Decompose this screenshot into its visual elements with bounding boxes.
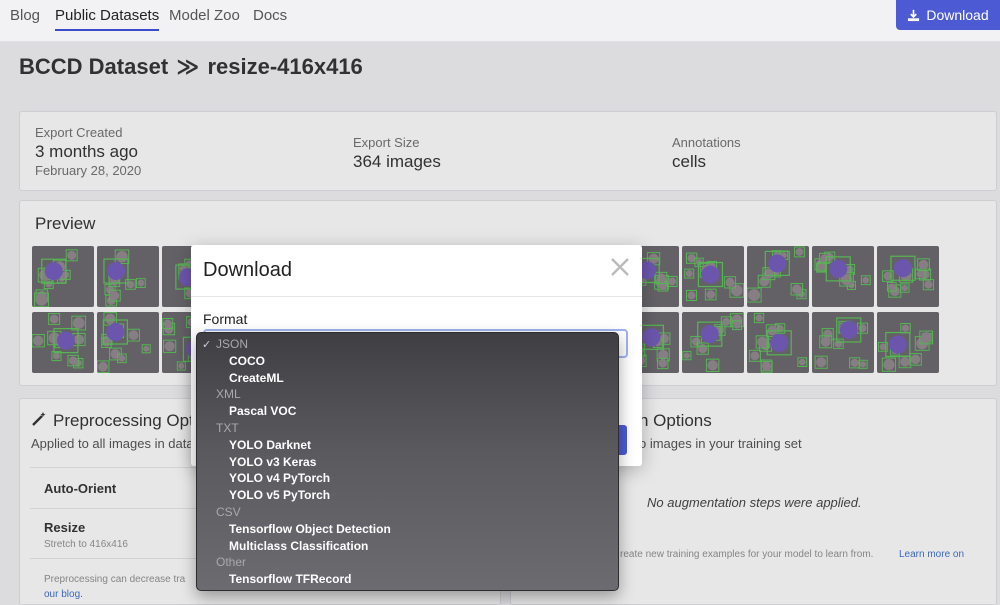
format-group-label: Other [216, 555, 247, 570]
format-option[interactable]: YOLO Darknet [229, 438, 311, 452]
format-group-label: XML [216, 387, 241, 402]
format-option[interactable]: Tensorflow TFRecord [229, 572, 351, 586]
format-option[interactable]: YOLO v4 PyTorch [229, 471, 330, 485]
format-option[interactable]: YOLO v3 Keras [229, 455, 316, 469]
download-button[interactable]: Download [896, 0, 1000, 30]
format-option[interactable]: Multiclass Classification [229, 539, 368, 553]
modal-title: Download [203, 259, 292, 281]
format-dropdown-list: ✓ JSON COCO CreateML XML Pascal VOC TXT YOLO D… [196, 332, 619, 591]
download-button-label: Download [926, 7, 989, 23]
nav-public-datasets[interactable]: Public Datasets [55, 7, 160, 31]
nav-blog[interactable]: Blog [10, 7, 40, 29]
nav-docs[interactable]: Docs [253, 7, 287, 29]
format-option[interactable]: COCO [229, 354, 265, 368]
modal-divider [191, 296, 642, 297]
download-icon [908, 9, 920, 21]
format-option[interactable]: CreateML [229, 371, 284, 385]
nav-model-zoo[interactable]: Model Zoo [169, 7, 240, 29]
format-label: Format [203, 311, 248, 327]
format-group-label: CSV [216, 505, 241, 519]
check-icon: ✓ [202, 339, 212, 351]
format-group-label: TXT [216, 421, 239, 435]
close-icon[interactable] [609, 256, 631, 278]
format-option[interactable]: YOLO v5 PyTorch [229, 488, 330, 502]
format-option[interactable]: Pascal VOC [229, 404, 296, 418]
format-group-label: JSON [216, 337, 249, 351]
format-option[interactable]: Tensorflow Object Detection [229, 522, 391, 536]
top-nav: Blog Public Datasets Model Zoo Docs Down… [0, 0, 1000, 42]
